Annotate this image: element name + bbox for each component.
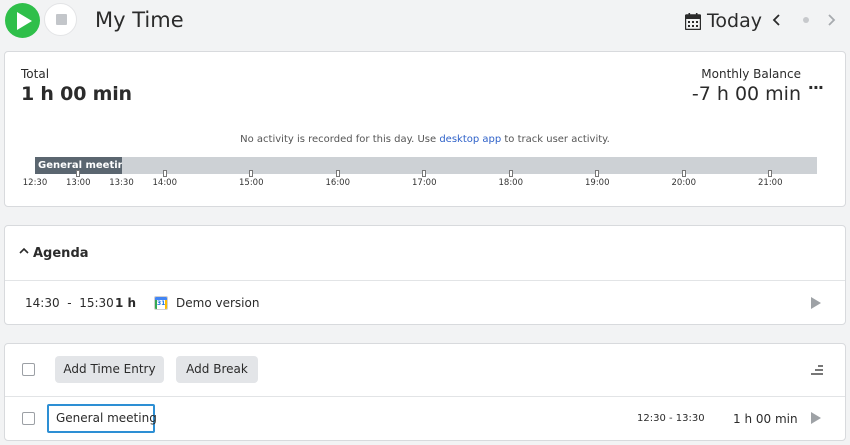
chevron-left-icon	[772, 14, 780, 26]
timeline-tick	[422, 170, 427, 177]
select-all-checkbox[interactable]	[22, 363, 35, 376]
timeline-tick	[681, 170, 686, 177]
activity-note-text-end: to track user activity.	[501, 134, 610, 145]
date-picker-button[interactable]: Today	[685, 10, 762, 32]
stop-icon	[56, 14, 67, 25]
agenda-item-time: 14:30 - 15:30	[25, 296, 114, 310]
time-summary-card: Total 1 h 00 min Monthly Balance -7 h 00…	[4, 51, 846, 207]
time-entry-row[interactable]: General meeting 12:30 - 13:30 1 h 00 min	[5, 397, 845, 441]
timeline-tick-label: 17:00	[412, 178, 437, 188]
more-options-button[interactable]: ···	[808, 78, 824, 97]
chevron-up-icon	[19, 245, 29, 259]
stop-timer-button[interactable]	[44, 3, 77, 36]
time-entry-span: 12:30 - 13:30	[637, 413, 705, 424]
timeline-tick	[249, 170, 254, 177]
time-entry-name-field[interactable]: General meeting	[47, 404, 157, 433]
timeline-tick-label: 18:00	[498, 178, 524, 188]
timeline-tick-label: 15:00	[239, 178, 264, 188]
timeline-tick	[768, 170, 773, 177]
activity-note: No activity is recorded for this day. Us…	[5, 134, 845, 145]
timeline-tick	[335, 170, 340, 177]
monthly-balance-value: -7 h 00 min	[691, 83, 801, 105]
chevron-right-icon	[828, 14, 836, 26]
sort-icon[interactable]	[811, 364, 823, 375]
total-value: 1 h 00 min	[21, 83, 132, 105]
timeline-tick	[76, 170, 81, 177]
timeline-tick	[508, 170, 513, 177]
agenda-item[interactable]: 14:30 - 15:30 1 h 31 Demo version	[5, 282, 845, 325]
timeline-tick	[162, 170, 167, 177]
timeline-tick-label: 20:00	[671, 178, 697, 188]
timeline-tick-label: 12:30	[22, 178, 48, 188]
play-icon	[17, 12, 32, 30]
total-label: Total	[21, 67, 50, 81]
activity-note-text: No activity is recorded for this day. Us…	[240, 134, 440, 145]
page-title: My Time	[95, 8, 184, 32]
timeline-tick-label: 14:00	[152, 178, 178, 188]
agenda-toggle[interactable]: Agenda	[5, 226, 845, 281]
timeline-tick	[595, 170, 600, 177]
timeline-tick-label: 13:30	[109, 178, 134, 188]
start-timer-button[interactable]	[5, 3, 40, 38]
time-entry-checkbox[interactable]	[22, 412, 35, 425]
header: My Time Today	[0, 0, 850, 46]
current-day-dot-button[interactable]	[803, 17, 809, 23]
timeline-tick-label: 19:00	[585, 178, 610, 188]
agenda-title: Agenda	[33, 246, 89, 261]
monthly-balance-label: Monthly Balance	[701, 67, 801, 81]
desktop-app-link[interactable]: desktop app	[439, 134, 501, 145]
add-time-entry-button[interactable]: Add Time Entry	[55, 356, 164, 383]
google-calendar-icon: 31	[154, 296, 168, 310]
add-break-button[interactable]: Add Break	[176, 356, 258, 383]
timeline-tick-label: 16:00	[325, 178, 351, 188]
timeline-tick-label: 21:00	[758, 178, 783, 188]
time-entries-card: Add Time Entry Add Break General meeting…	[4, 343, 846, 441]
agenda-item-play-icon[interactable]	[811, 297, 821, 309]
agenda-item-name: Demo version	[176, 296, 260, 310]
agenda-card: Agenda 14:30 - 15:30 1 h 31 Demo version	[4, 225, 846, 325]
agenda-item-duration: 1 h	[115, 296, 137, 310]
previous-day-button[interactable]	[772, 10, 788, 30]
calendar-icon	[685, 12, 701, 30]
next-day-button[interactable]	[826, 10, 842, 30]
time-entry-play-icon[interactable]	[811, 412, 821, 424]
timeline-tick-label: 13:00	[66, 178, 91, 188]
date-label: Today	[707, 10, 762, 32]
time-entry-duration: 1 h 00 min	[733, 412, 798, 426]
